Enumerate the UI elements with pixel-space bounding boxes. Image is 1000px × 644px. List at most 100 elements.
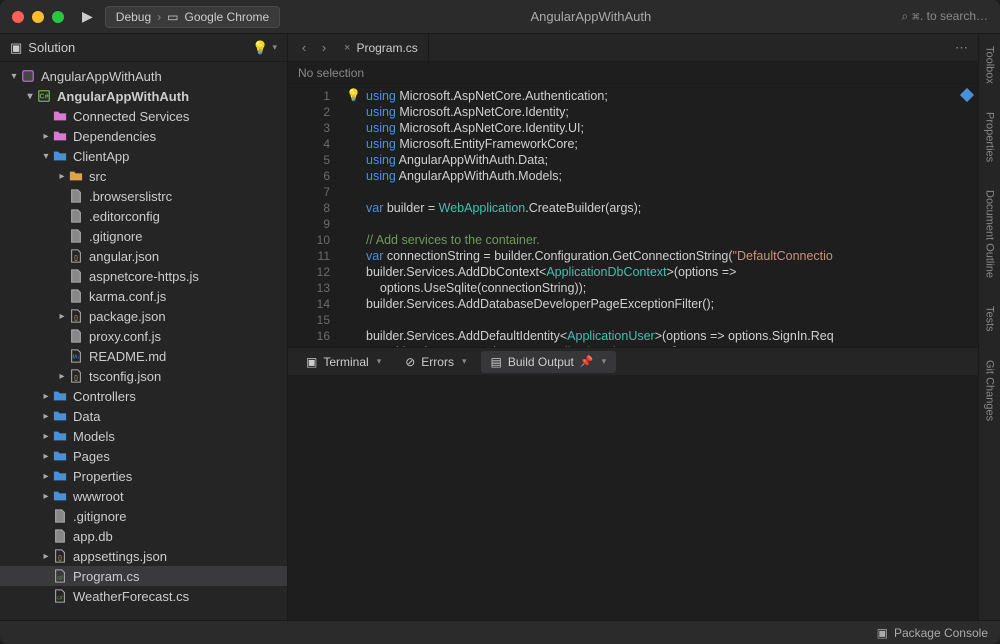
json-icon: {} [68, 248, 84, 264]
tree-twisty[interactable]: ▸ [40, 491, 52, 502]
rail-tab-properties[interactable]: Properties [984, 108, 996, 166]
nav-back-button[interactable]: ‹ [294, 40, 314, 55]
tree-item-label: Data [73, 409, 100, 424]
breadcrumb[interactable]: No selection [288, 62, 978, 84]
tree-twisty[interactable]: ▸ [40, 431, 52, 442]
rail-tab-toolbox[interactable]: Toolbox [984, 42, 996, 88]
tree-item-label: Properties [73, 469, 132, 484]
tree-item-weatherforecast-cs[interactable]: c#WeatherForecast.cs [0, 586, 287, 606]
panel-tab-build-output[interactable]: ▤Build Output📌▾ [481, 351, 617, 373]
nav-forward-button[interactable]: › [314, 40, 334, 55]
code-editor[interactable]: 12345678910111213141516171819 💡 using Mi… [288, 84, 978, 347]
tree-item--browserslistrc[interactable]: .browserslistrc [0, 186, 287, 206]
tree-twisty[interactable]: ▸ [40, 411, 52, 422]
panel-tab-icon: ⊘ [405, 355, 415, 369]
lightbulb-icon[interactable]: 💡 [252, 40, 268, 56]
file-icon [68, 228, 84, 244]
tree-twisty[interactable]: ▸ [56, 171, 68, 182]
rail-tab-tests[interactable]: Tests [984, 302, 996, 336]
tree-item-app-db[interactable]: app.db [0, 526, 287, 546]
panel-tab-terminal[interactable]: ▣Terminal▾ [296, 351, 391, 373]
tree-item-controllers[interactable]: ▸Controllers [0, 386, 287, 406]
tree-item-label: .gitignore [73, 509, 126, 524]
tree-item-label: package.json [89, 309, 166, 324]
browser-icon: ▭ [167, 10, 178, 24]
rail-tab-git-changes[interactable]: Git Changes [984, 356, 996, 425]
tree-item-proxy-conf-js[interactable]: proxy.conf.js [0, 326, 287, 346]
chevron-down-icon[interactable]: ▾ [377, 356, 382, 367]
lightbulb-icon[interactable]: 💡 [346, 88, 361, 102]
tree-item--editorconfig[interactable]: .editorconfig [0, 206, 287, 226]
tree-item-dependencies[interactable]: ▸ Dependencies [0, 126, 287, 146]
titlebar: ▶ Debug › ▭ Google Chrome AngularAppWith… [0, 0, 1000, 34]
tree-twisty[interactable]: ▸ [40, 471, 52, 482]
file-icon [68, 328, 84, 344]
tree-item-program-cs[interactable]: c# Program.cs [0, 566, 287, 586]
run-button[interactable]: ▶ [82, 8, 93, 25]
chevron-down-icon[interactable]: ▾ [462, 356, 467, 367]
panel-tab-errors[interactable]: ⊘Errors▾ [395, 351, 476, 373]
tree-twisty[interactable]: ▸ [56, 371, 68, 382]
tree-item-properties[interactable]: ▸ Properties [0, 466, 287, 486]
svg-text:c#: c# [57, 596, 63, 602]
tree-item-angularappwithauth[interactable]: ▾C#AngularAppWithAuth [0, 86, 287, 106]
file-icon [52, 528, 68, 544]
tree-item-tsconfig-json[interactable]: ▸{}tsconfig.json [0, 366, 287, 386]
panel-tab-icon: ▤ [491, 355, 502, 369]
json-icon: {} [68, 368, 84, 384]
tree-item-data[interactable]: ▸ Data [0, 406, 287, 426]
tree-item-label: Dependencies [73, 129, 156, 144]
tree-item-appsettings-json[interactable]: ▸{}appsettings.json [0, 546, 287, 566]
tree-item--gitignore[interactable]: .gitignore [0, 506, 287, 526]
chevron-down-icon[interactable]: ▾ [602, 356, 607, 367]
rail-tab-document-outline[interactable]: Document Outline [984, 186, 996, 282]
close-tab-icon[interactable]: × [344, 42, 350, 54]
tree-item-pages[interactable]: ▸Pages [0, 446, 287, 466]
tree-item-clientapp[interactable]: ▾ClientApp [0, 146, 287, 166]
tree-item-angular-json[interactable]: {}angular.json [0, 246, 287, 266]
tree-item-label: Program.cs [73, 569, 139, 584]
tree-item-label: proxy.conf.js [89, 329, 161, 344]
tree-twisty[interactable]: ▸ [40, 391, 52, 402]
tree-item-label: app.db [73, 529, 113, 544]
tree-twisty[interactable]: ▸ [40, 131, 52, 142]
package-console-button[interactable]: Package Console [894, 626, 988, 640]
tree-twisty[interactable]: ▸ [56, 311, 68, 322]
solution-tree: ▾AngularAppWithAuth▾C#AngularAppWithAuth… [0, 62, 287, 620]
tree-item-label: .browserslistrc [89, 189, 172, 204]
tree-item-models[interactable]: ▸ Models [0, 426, 287, 446]
tree-twisty[interactable]: ▸ [40, 551, 52, 562]
tree-item-karma-conf-js[interactable]: karma.conf.js [0, 286, 287, 306]
close-window-button[interactable] [12, 11, 24, 23]
minimize-window-button[interactable] [32, 11, 44, 23]
tab-overflow-button[interactable]: ⋯ [955, 40, 968, 56]
tree-item-wwwroot[interactable]: ▸wwwroot [0, 486, 287, 506]
tree-twisty[interactable]: ▾ [24, 91, 36, 102]
solution-header-label: Solution [28, 40, 75, 55]
tree-item-connected-services[interactable]: Connected Services [0, 106, 287, 126]
editor-tabbar: ‹ › × Program.cs ⋯ [288, 34, 978, 62]
chevron-down-icon[interactable]: ▾ [272, 42, 277, 53]
code-content[interactable]: using Microsoft.AspNetCore.Authenticatio… [342, 84, 978, 347]
svg-text:c#: c# [57, 576, 63, 582]
folderP-icon [52, 128, 68, 144]
tree-item-package-json[interactable]: ▸ {} package.json [0, 306, 287, 326]
tree-twisty[interactable]: ▸ [40, 451, 52, 462]
tree-item-aspnetcore-https-js[interactable]: aspnetcore-https.js [0, 266, 287, 286]
tree-item-angularappwithauth[interactable]: ▾AngularAppWithAuth [0, 66, 287, 86]
file-icon [68, 288, 84, 304]
maximize-window-button[interactable] [52, 11, 64, 23]
build-output-panel[interactable] [288, 375, 978, 620]
tree-item-src[interactable]: ▸src [0, 166, 287, 186]
tree-twisty[interactable]: ▾ [40, 151, 52, 162]
tree-item-readme-md[interactable]: M↓README.md [0, 346, 287, 366]
tree-item--gitignore[interactable]: .gitignore [0, 226, 287, 246]
tree-item-label: Models [73, 429, 115, 444]
tree-twisty[interactable]: ▾ [8, 71, 20, 82]
pin-icon[interactable]: 📌 [580, 355, 594, 368]
editor-tab-program[interactable]: × Program.cs [334, 34, 429, 62]
package-console-icon[interactable]: ▣ [877, 626, 888, 640]
search-hint[interactable]: ⌕ ⌘. to search… [902, 9, 989, 24]
svg-text:{}: {} [74, 315, 78, 322]
debug-config-selector[interactable]: Debug › ▭ Google Chrome [105, 6, 280, 28]
